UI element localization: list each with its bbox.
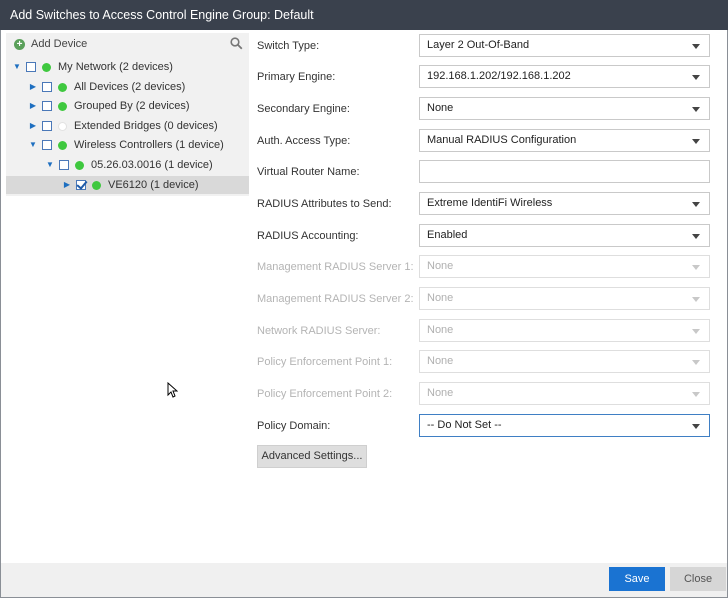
network-radius-server-value: None [427, 324, 454, 336]
tree-item-ve6120[interactable]: ▶ VE6120 (1 device) [6, 176, 249, 194]
dropdown-arrow-icon [692, 329, 700, 334]
policy-enforcement-point-1-label: Policy Enforcement Point 1: [257, 356, 393, 368]
tree-item-my-network[interactable]: ▼ My Network (2 devices) [12, 58, 173, 76]
status-dot [42, 62, 51, 72]
tree-checkbox[interactable] [26, 62, 36, 72]
radius-accounting-value: Enabled [427, 229, 468, 241]
status-dot [58, 101, 67, 111]
policy-domain-value: -- Do Not Set -- [427, 419, 502, 431]
dropdown-arrow-icon [692, 392, 700, 397]
dropdown-arrow-icon [692, 202, 700, 207]
tree-item-label: Wireless Controllers (1 device) [74, 139, 224, 151]
auth-access-type-value: Manual RADIUS Configuration [427, 134, 577, 146]
status-dot [58, 82, 67, 92]
switch-type-label: Switch Type: [257, 40, 320, 52]
save-button[interactable]: Save [609, 567, 665, 591]
advanced-settings-button[interactable]: Advanced Settings... [257, 445, 367, 468]
status-dot [58, 121, 67, 131]
tree-checkbox[interactable] [42, 121, 52, 131]
add-device-label: Add Device [31, 38, 88, 50]
chevron-right-icon[interactable]: ▶ [28, 121, 38, 131]
policy-enforcement-point-2-select[interactable]: None [419, 382, 710, 405]
virtual-router-name-label: Virtual Router Name: [257, 166, 360, 178]
policy-enforcement-point-1-select[interactable]: None [419, 350, 710, 373]
tree-item-label: My Network (2 devices) [58, 61, 173, 73]
mgmt-radius-server-2-value: None [427, 292, 454, 304]
add-icon: + [14, 38, 25, 50]
primary-engine-value: 192.168.1.202/192.168.1.202 [427, 70, 571, 82]
chevron-down-icon[interactable]: ▼ [12, 62, 22, 72]
tree-item-label: Extended Bridges (0 devices) [74, 120, 218, 132]
policy-enforcement-point-1-value: None [427, 355, 454, 367]
secondary-engine-label: Secondary Engine: [257, 103, 350, 115]
tree-item-label: VE6120 (1 device) [108, 179, 199, 191]
radius-attributes-value: Extreme IdentiFi Wireless [427, 197, 553, 209]
tree-checkbox[interactable] [42, 140, 52, 150]
dropdown-arrow-icon [692, 107, 700, 112]
dropdown-arrow-icon [692, 265, 700, 270]
dialog-title: Add Switches to Access Control Engine Gr… [10, 8, 314, 22]
mgmt-radius-server-1-select[interactable]: None [419, 255, 710, 278]
search-icon[interactable] [230, 37, 243, 50]
dropdown-arrow-icon [692, 360, 700, 365]
policy-domain-select[interactable]: -- Do Not Set -- [419, 414, 710, 437]
add-device-button[interactable]: + Add Device [14, 38, 87, 50]
status-dot [75, 160, 84, 170]
policy-domain-label: Policy Domain: [257, 420, 331, 432]
radius-accounting-label: RADIUS Accounting: [257, 230, 359, 242]
network-radius-server-label: Network RADIUS Server: [257, 325, 381, 337]
chevron-down-icon[interactable]: ▼ [45, 160, 55, 170]
secondary-engine-value: None [427, 102, 454, 114]
tree-toolbar: + Add Device [6, 33, 249, 55]
tree-checkbox[interactable] [59, 160, 69, 170]
tree-item-wireless-controllers[interactable]: ▼ Wireless Controllers (1 device) [28, 136, 224, 154]
status-dot [92, 180, 101, 190]
chevron-right-icon[interactable]: ▶ [62, 180, 72, 190]
radius-attributes-select[interactable]: Extreme IdentiFi Wireless [419, 192, 710, 215]
mgmt-radius-server-2-select[interactable]: None [419, 287, 710, 310]
switch-type-value: Layer 2 Out-Of-Band [427, 39, 530, 51]
tree-checkbox[interactable] [42, 101, 52, 111]
chevron-right-icon[interactable]: ▶ [28, 101, 38, 111]
dropdown-arrow-icon [692, 75, 700, 80]
tree-item-extended-bridges[interactable]: ▶ Extended Bridges (0 devices) [28, 117, 218, 135]
dropdown-arrow-icon [692, 424, 700, 429]
mgmt-radius-server-1-label: Management RADIUS Server 1: [257, 261, 414, 273]
tree-item-label: Grouped By (2 devices) [74, 100, 190, 112]
radius-accounting-select[interactable]: Enabled [419, 224, 710, 247]
policy-enforcement-point-2-label: Policy Enforcement Point 2: [257, 388, 393, 400]
mouse-cursor-icon [167, 382, 178, 398]
tree-checkbox-checked[interactable] [76, 180, 86, 190]
mgmt-radius-server-2-label: Management RADIUS Server 2: [257, 293, 414, 305]
secondary-engine-select[interactable]: None [419, 97, 710, 120]
auth-access-type-select[interactable]: Manual RADIUS Configuration [419, 129, 710, 152]
chevron-right-icon[interactable]: ▶ [28, 82, 38, 92]
auth-access-type-label: Auth. Access Type: [257, 135, 351, 147]
tree-item-label: All Devices (2 devices) [74, 81, 186, 93]
network-radius-server-select[interactable]: None [419, 319, 710, 342]
radius-attributes-label: RADIUS Attributes to Send: [257, 198, 392, 210]
dialog-title-bar: Add Switches to Access Control Engine Gr… [0, 0, 728, 30]
virtual-router-name-input[interactable] [419, 160, 710, 183]
tree-item-label: 05.26.03.0016 (1 device) [91, 159, 213, 171]
mgmt-radius-server-1-value: None [427, 260, 454, 272]
dropdown-arrow-icon [692, 234, 700, 239]
dropdown-arrow-icon [692, 139, 700, 144]
dropdown-arrow-icon [692, 44, 700, 49]
close-button[interactable]: Close [670, 567, 726, 591]
primary-engine-select[interactable]: 192.168.1.202/192.168.1.202 [419, 65, 710, 88]
switch-type-select[interactable]: Layer 2 Out-Of-Band [419, 34, 710, 57]
chevron-down-icon[interactable]: ▼ [28, 140, 38, 150]
dropdown-arrow-icon [692, 297, 700, 302]
policy-enforcement-point-2-value: None [427, 387, 454, 399]
tree-item-grouped-by[interactable]: ▶ Grouped By (2 devices) [28, 97, 190, 115]
tree-item-all-devices[interactable]: ▶ All Devices (2 devices) [28, 78, 185, 96]
tree-checkbox[interactable] [42, 82, 52, 92]
status-dot [58, 140, 67, 150]
primary-engine-label: Primary Engine: [257, 71, 336, 83]
tree-item-controller-group[interactable]: ▼ 05.26.03.0016 (1 device) [45, 156, 213, 174]
